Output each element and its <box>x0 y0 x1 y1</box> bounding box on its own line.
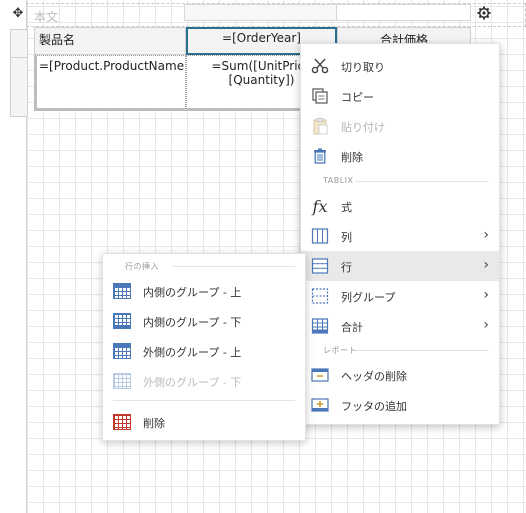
divider <box>113 400 295 401</box>
table-grid-icon <box>113 313 131 329</box>
chevron-right-icon: › <box>483 287 489 303</box>
menu-item-expression[interactable]: fx 式 <box>301 191 499 221</box>
divider <box>355 350 489 351</box>
section-label-insert-row: 行の挿入 <box>125 262 159 271</box>
trash-icon <box>311 147 329 165</box>
menu-item-label: 行 <box>341 261 352 274</box>
menu-item-delete[interactable]: 削除 <box>301 141 499 171</box>
gear-icon[interactable] <box>476 5 492 21</box>
footer-icon <box>311 396 329 414</box>
submenu-item-label: 外側のグループ - 上 <box>143 346 242 359</box>
table-grid-icon <box>113 343 131 359</box>
submenu-item-label: 内側のグループ - 上 <box>143 286 242 299</box>
chevron-right-icon: › <box>483 317 489 333</box>
row-submenu: 行の挿入 内側のグループ - 上 内側のグループ - 下 外側のグループ - 上… <box>102 253 306 441</box>
menu-item-cut[interactable]: 切り取り <box>301 51 499 81</box>
chevron-right-icon: › <box>483 257 489 273</box>
divider <box>355 181 489 182</box>
menu-item-label: フッタの追加 <box>341 400 407 413</box>
scissors-icon <box>311 57 329 75</box>
table-grid-icon <box>113 283 131 299</box>
fx-icon: fx <box>312 196 328 216</box>
submenu-item-label: 外側のグループ - 下 <box>143 376 242 389</box>
menu-item-label: 列 <box>341 231 352 244</box>
menu-item-label: ヘッダの削除 <box>341 370 407 383</box>
submenu-item-outside-below[interactable]: 外側のグループ - 下 <box>103 366 305 396</box>
menu-item-copy[interactable]: コピー <box>301 81 499 111</box>
menu-item-label: コピー <box>341 91 374 104</box>
header-cell-product[interactable]: 製品名 <box>34 27 186 55</box>
menu-item-label: 切り取り <box>341 61 385 74</box>
column-group-icon <box>311 287 329 305</box>
submenu-item-label: 内側のグループ - 下 <box>143 316 242 329</box>
submenu-item-outside-above[interactable]: 外側のグループ - 上 <box>103 336 305 366</box>
menu-item-row[interactable]: 行 › <box>301 251 499 281</box>
submenu-item-inside-above[interactable]: 内側のグループ - 上 <box>103 276 305 306</box>
table-grid-icon <box>113 414 131 430</box>
column-icon <box>311 227 329 245</box>
copy-icon <box>311 87 329 105</box>
menu-item-add-footer[interactable]: フッタの追加 <box>301 390 499 420</box>
submenu-item-label: 削除 <box>143 417 165 430</box>
section-label-tablix: TABLIX <box>323 176 354 185</box>
section-label-report: レポート <box>323 346 357 355</box>
body-label: 本文 <box>34 10 59 24</box>
column-handle[interactable] <box>336 4 471 21</box>
table-grid-icon <box>113 373 131 389</box>
divider <box>173 266 295 267</box>
menu-item-label: 列グループ <box>341 291 396 304</box>
menu-item-label: 式 <box>341 201 352 214</box>
submenu-item-inside-below[interactable]: 内側のグループ - 下 <box>103 306 305 336</box>
row-handles[interactable] <box>10 29 28 117</box>
menu-item-paste[interactable]: 貼り付け <box>301 111 499 141</box>
menu-item-label: 合計 <box>341 321 363 334</box>
column-handle[interactable] <box>184 4 338 21</box>
row-icon <box>311 257 329 275</box>
menu-item-column[interactable]: 列 › <box>301 221 499 251</box>
header-icon <box>311 366 329 384</box>
menu-item-column-group[interactable]: 列グループ › <box>301 281 499 311</box>
context-menu: 切り取り コピー 貼り付け 削除 TABLIX fx 式 列 › 行 › 列グル… <box>300 43 500 425</box>
detail-cell-product-name[interactable]: =[Product.ProductName] <box>34 55 186 111</box>
total-icon <box>311 317 329 335</box>
paste-icon <box>311 117 329 135</box>
move-icon[interactable]: ✥ <box>11 6 25 21</box>
menu-item-remove-header[interactable]: ヘッダの削除 <box>301 360 499 390</box>
chevron-right-icon: › <box>483 227 489 243</box>
menu-item-total[interactable]: 合計 › <box>301 311 499 341</box>
submenu-item-delete[interactable]: 削除 <box>103 407 305 437</box>
menu-item-label: 削除 <box>341 151 363 164</box>
menu-item-label: 貼り付け <box>341 121 385 134</box>
